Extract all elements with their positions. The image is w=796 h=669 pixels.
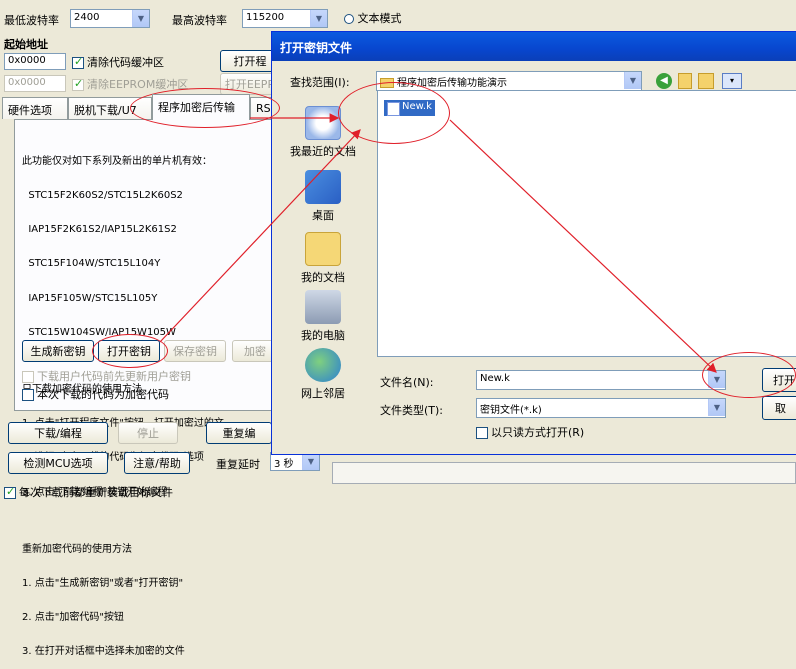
generate-key-button[interactable]: 生成新密钥: [22, 340, 94, 362]
checkbox-icon: [476, 427, 488, 439]
checkbox-icon: [4, 485, 16, 499]
filename-input[interactable]: New.k ▼: [476, 370, 726, 390]
max-baud-value: 115200: [246, 12, 285, 23]
instruction-line: 3. 在打开对话框中选择未加密的文件: [22, 646, 185, 658]
open-key-button[interactable]: 打开密钥: [98, 340, 160, 362]
help-button[interactable]: 注意/帮助: [124, 452, 190, 474]
tab-encrypted-transfer[interactable]: 程序加密后传输: [152, 94, 250, 120]
filename-label: 文件名(N):: [380, 376, 434, 389]
recent-documents-icon: [305, 106, 341, 140]
check-mcu-button[interactable]: 检测MCU选项: [8, 452, 108, 474]
progress-area: [332, 462, 796, 484]
tab-hardware-options[interactable]: 硬件选项: [2, 97, 68, 119]
my-documents-icon: [305, 232, 341, 266]
instruction-line: STC15F2K60S2/STC15L2K60S2: [22, 190, 183, 202]
text-mode-label: 文本模式: [357, 12, 402, 25]
readonly-label: 以只读方式打开(R): [491, 426, 585, 439]
min-baud-label: 最低波特率: [4, 14, 59, 27]
place-recent[interactable]: 我最近的文档: [277, 106, 369, 159]
place-my-documents-label: 我的文档: [301, 271, 345, 284]
instruction-line: STC15F104W/STC15L104Y: [22, 258, 161, 270]
place-my-documents[interactable]: 我的文档: [277, 232, 369, 285]
chevron-down-icon[interactable]: ▼: [624, 72, 641, 89]
text-mode-option[interactable]: 文本模式: [344, 10, 402, 26]
file-list[interactable]: New.k: [377, 90, 796, 357]
clear-eeprom-label: 清除EEPROM缓冲区: [87, 78, 189, 91]
places-bar: 我最近的文档 桌面 我的文档 我的电脑 网上邻居: [277, 92, 373, 462]
place-desktop-label: 桌面: [312, 209, 334, 222]
place-network-label: 网上邻居: [301, 387, 345, 400]
radio-icon: [344, 14, 354, 24]
update-key-checkbox[interactable]: 下载用户代码前先更新用户密钥: [22, 368, 191, 384]
filetype-label: 文件类型(T):: [380, 404, 444, 417]
encrypted-code-checkbox[interactable]: 本次下载的代码为加密代码: [22, 386, 169, 402]
instruction-line: 此功能仅对如下系列及新出的单片机有效：: [22, 155, 212, 167]
encrypted-code-label: 本次下载的代码为加密代码: [37, 388, 169, 401]
min-baud-value: 2400: [74, 12, 100, 23]
lookin-select[interactable]: 程序加密后传输功能演示 ▼: [376, 71, 642, 91]
place-my-computer[interactable]: 我的电脑: [277, 290, 369, 343]
reload-file-checkbox[interactable]: 每次下载前都重新装载目标文件: [4, 484, 173, 500]
update-key-label: 下载用户代码前先更新用户密钥: [37, 370, 191, 383]
instruction-line: STC15W104SW/IAP15W105W: [22, 326, 176, 338]
min-baud-select[interactable]: 2400 ▼: [70, 9, 150, 28]
code-start-input[interactable]: 0x0000: [4, 53, 66, 70]
folder-icon: [380, 78, 394, 88]
eeprom-start-input[interactable]: 0x0000: [4, 75, 66, 92]
filetype-select[interactable]: 密钥文件(*.k) ▼: [476, 398, 726, 418]
instruction-line: 2. 点击"加密代码"按钮: [22, 612, 124, 624]
clear-eeprom-checkbox[interactable]: 清除EEPROM缓冲区: [72, 76, 188, 92]
place-desktop[interactable]: 桌面: [277, 170, 369, 223]
desktop-icon: [305, 170, 341, 204]
open-key-dialog: 打开密钥文件 查找范围(I): 程序加密后传输功能演示 ▼ ◀ ▾ 我最近的文档…: [271, 31, 796, 455]
repeat-program-button[interactable]: 重复编: [206, 422, 272, 444]
place-my-computer-label: 我的电脑: [301, 329, 345, 342]
save-key-button[interactable]: 保存密钥: [164, 340, 226, 362]
filetype-value: 密钥文件(*.k): [480, 405, 542, 416]
start-address-label: 起始地址: [4, 38, 48, 51]
instruction-line: IAP15F2K61S2/IAP15L2K61S2: [22, 224, 177, 236]
instruction-line: 1. 点击"生成新密钥"或者"打开密钥": [22, 577, 184, 589]
lookin-label: 查找范围(I):: [290, 76, 350, 89]
view-menu-icon[interactable]: ▾: [722, 73, 742, 89]
open-button[interactable]: 打开: [762, 368, 796, 392]
tab-offline-download[interactable]: 脱机下载/U7: [68, 97, 152, 119]
dialog-title: 打开密钥文件: [272, 32, 796, 61]
lookin-value: 程序加密后传输功能演示: [397, 78, 507, 89]
max-baud-label: 最高波特率: [172, 14, 227, 27]
instruction-line: 重新加密代码的使用方法: [22, 543, 132, 555]
repeat-delay-label: 重复延时: [216, 458, 260, 471]
instruction-line: IAP15F105W/STC15L105Y: [22, 292, 158, 304]
my-computer-icon: [305, 290, 341, 324]
place-recent-label: 我最近的文档: [290, 145, 356, 158]
clear-code-label: 清除代码缓冲区: [87, 56, 164, 69]
back-icon[interactable]: ◀: [656, 73, 672, 89]
download-program-button[interactable]: 下载/编程: [8, 422, 108, 444]
cancel-button[interactable]: 取: [762, 396, 796, 420]
up-folder-icon[interactable]: [678, 73, 692, 89]
checkbox-icon: [72, 77, 84, 91]
new-folder-icon[interactable]: [698, 73, 714, 89]
stop-button[interactable]: 停止: [118, 422, 178, 444]
chevron-down-icon[interactable]: ▼: [310, 10, 327, 27]
place-network[interactable]: 网上邻居: [277, 348, 369, 401]
network-places-icon: [305, 348, 341, 382]
max-baud-select[interactable]: 115200 ▼: [242, 9, 328, 28]
checkbox-icon: [72, 55, 84, 69]
checkbox-icon: [22, 371, 34, 383]
clear-code-checkbox[interactable]: 清除代码缓冲区: [72, 54, 164, 70]
chevron-down-icon[interactable]: ▼: [708, 399, 725, 416]
readonly-checkbox[interactable]: 以只读方式打开(R): [476, 424, 584, 440]
reload-file-label: 每次下载前都重新装载目标文件: [19, 486, 173, 499]
checkbox-icon: [22, 389, 34, 401]
filename-value: New.k: [480, 373, 510, 384]
chevron-down-icon[interactable]: ▼: [708, 371, 725, 388]
chevron-down-icon[interactable]: ▼: [132, 10, 149, 27]
file-item[interactable]: New.k: [384, 100, 435, 116]
